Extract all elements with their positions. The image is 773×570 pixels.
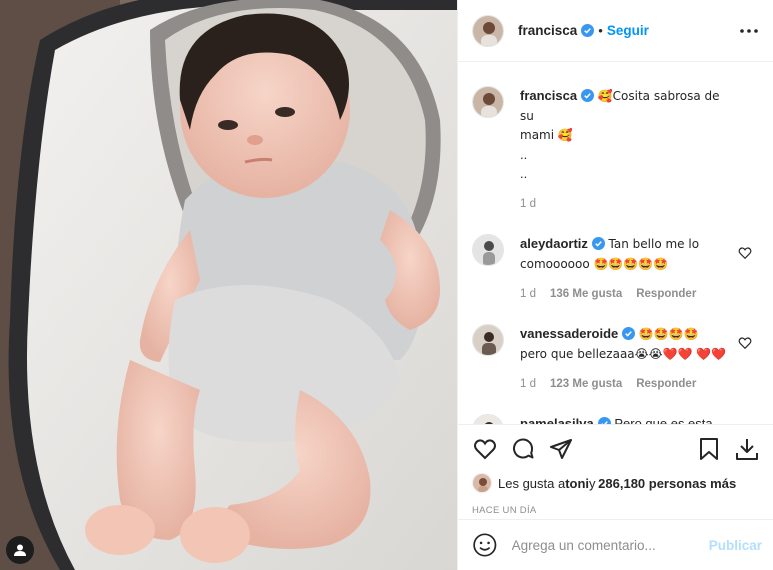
caption-age[interactable]: 1 d [520, 198, 536, 210]
verified-badge-icon [591, 237, 605, 250]
post-timestamp[interactable]: HACE UN DÍA [472, 505, 760, 516]
separator-dot: • [598, 23, 603, 38]
likes-count[interactable]: 286,180 personas más [598, 476, 736, 491]
comment-age[interactable]: 1 d [520, 378, 536, 390]
user-icon [14, 544, 26, 556]
post-header: francisca • Seguir [458, 0, 773, 62]
comment-username[interactable]: aleydaortiz [520, 236, 588, 251]
comments-list[interactable]: francisca 🥰Cosita sabrosa de su mami 🥰 .… [458, 63, 773, 424]
caption-username[interactable]: francisca [520, 88, 577, 103]
author-username[interactable]: francisca [518, 23, 577, 38]
likes-summary[interactable]: Les gusta a toni y 286,180 personas más [472, 473, 760, 493]
comment-row: pamelasilva Pero que es esta cosita herm… [472, 414, 760, 424]
post-actions: Les gusta a toni y 286,180 personas más … [458, 424, 773, 516]
post-side-panel: francisca • Seguir francisca 🥰Cosita sab… [457, 0, 773, 570]
caption-dots-2: .. [520, 166, 528, 181]
comment-row: vanessaderoide 🤩🤩🤩🤩 pero que bellezaaa😭😭… [472, 324, 760, 394]
likes-middle: y [589, 475, 596, 491]
commenter-avatar[interactable] [472, 234, 504, 266]
tagged-users-button[interactable] [6, 536, 34, 564]
save-bookmark-icon[interactable] [696, 436, 722, 462]
caption-row: francisca 🥰Cosita sabrosa de su mami 🥰 .… [472, 86, 760, 214]
commenter-avatar[interactable] [472, 414, 504, 424]
comment-input[interactable] [511, 537, 709, 553]
like-comment-heart-icon[interactable] [738, 336, 752, 350]
likes-prefix: Les gusta a [498, 475, 566, 491]
caption-text-line2: mami 🥰 [520, 128, 573, 142]
comment-likes[interactable]: 136 Me gusta [550, 288, 622, 300]
comment-row: aleydaortiz Tan bello me lo comoooooo 🤩🤩… [472, 234, 760, 304]
verified-badge-icon [581, 89, 595, 102]
post-photo[interactable] [0, 0, 457, 570]
reply-button[interactable]: Responder [636, 378, 696, 390]
like-heart-icon[interactable] [472, 436, 498, 462]
emoji-smile-icon[interactable] [472, 532, 498, 558]
follow-button[interactable]: Seguir [607, 23, 649, 38]
comment-age[interactable]: 1 d [520, 288, 536, 300]
author-avatar[interactable] [472, 14, 504, 47]
caption-dots-1: .. [520, 147, 528, 162]
baby-photo-illustration [0, 0, 457, 570]
publish-button[interactable]: Publicar [709, 538, 762, 553]
verified-badge-icon [581, 24, 595, 37]
caption-avatar[interactable] [472, 86, 504, 118]
download-icon[interactable] [734, 436, 760, 462]
more-options-icon[interactable] [737, 19, 761, 43]
comment-bubble-icon[interactable] [510, 436, 536, 462]
verified-badge-icon [622, 327, 636, 340]
add-comment-bar: Publicar [458, 519, 773, 570]
commenter-avatar[interactable] [472, 324, 504, 356]
liker-avatar[interactable] [472, 473, 492, 493]
verified-badge-icon [597, 417, 611, 424]
like-comment-heart-icon[interactable] [738, 246, 752, 260]
comment-likes[interactable]: 123 Me gusta [550, 378, 622, 390]
reply-button[interactable]: Responder [636, 288, 696, 300]
likes-user[interactable]: toni [565, 476, 589, 491]
comment-username[interactable]: vanessaderoide [520, 326, 618, 341]
comment-username[interactable]: pamelasilva [520, 416, 594, 424]
share-paper-plane-icon[interactable] [548, 436, 574, 462]
